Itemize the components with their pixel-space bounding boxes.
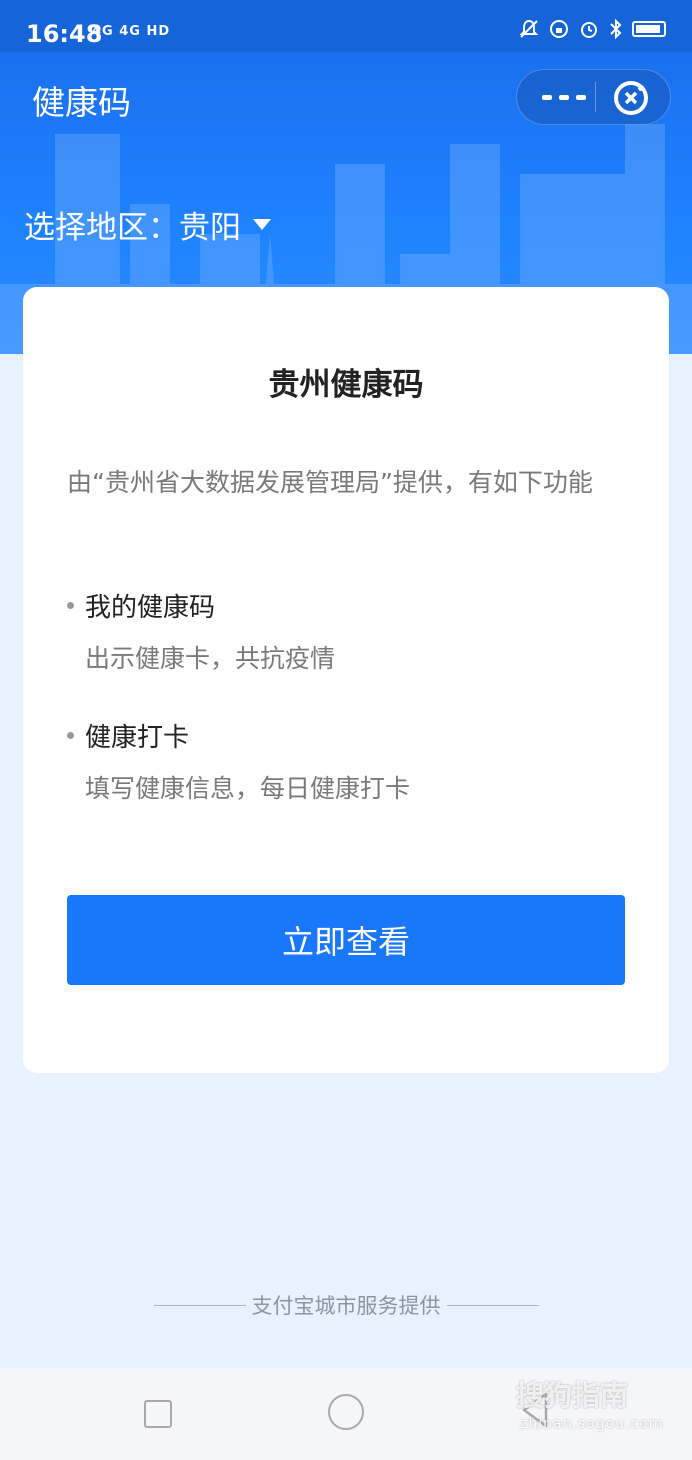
dropdown-caret-icon xyxy=(253,219,271,230)
footer-credit: 支付宝城市服务提供 xyxy=(0,1290,692,1320)
status-icons xyxy=(518,18,666,40)
status-time: 16:48 xyxy=(26,20,103,48)
close-mini-program-icon[interactable] xyxy=(611,78,651,118)
view-now-button[interactable]: 立即查看 xyxy=(67,895,625,985)
battery-icon xyxy=(632,21,666,37)
alarm-icon xyxy=(581,22,597,38)
feature-desc: 出示健康卡，共抗疫情 xyxy=(85,644,336,673)
card-title: 贵州健康码 xyxy=(268,367,424,403)
mute-bell-icon xyxy=(519,19,539,38)
feature-name: 我的健康码 xyxy=(85,593,216,623)
home-icon[interactable] xyxy=(328,1394,364,1430)
watermark-url: zhinan.sogou.com xyxy=(520,1416,664,1432)
footer-text: 支付宝城市服务提供 xyxy=(251,1294,441,1318)
region-selector[interactable]: 选择地区： 贵阳 xyxy=(24,202,271,247)
mini-program-capsule xyxy=(516,69,671,125)
more-options-icon[interactable] xyxy=(539,80,589,114)
network-indicator: 4G 4G HD xyxy=(92,24,171,39)
watermark-brand: 搜狗指南 xyxy=(516,1379,629,1412)
card-description: 由“贵州省大数据发展管理局”提供，有如下功能 xyxy=(67,468,593,497)
feature-name: 健康打卡 xyxy=(85,723,190,753)
feature-desc: 填写健康信息，每日健康打卡 xyxy=(85,774,411,803)
bullet-icon xyxy=(67,732,74,739)
bluetooth-icon xyxy=(610,18,622,40)
footer-divider-right xyxy=(446,1304,539,1306)
page-title: 健康码 xyxy=(32,83,131,122)
health-code-card: 贵州健康码 由“贵州省大数据发展管理局”提供，有如下功能 我的健康码 出示健康卡… xyxy=(23,287,669,1073)
footer-divider-left xyxy=(153,1304,246,1306)
region-label: 选择地区： xyxy=(24,210,179,246)
status-bar: 16:48 4G 4G HD xyxy=(0,0,692,52)
rotation-lock-icon xyxy=(550,20,568,38)
region-value: 贵阳 xyxy=(179,210,241,246)
capsule-divider xyxy=(595,82,596,112)
recent-apps-icon[interactable] xyxy=(144,1400,172,1428)
bullet-icon xyxy=(67,602,74,609)
